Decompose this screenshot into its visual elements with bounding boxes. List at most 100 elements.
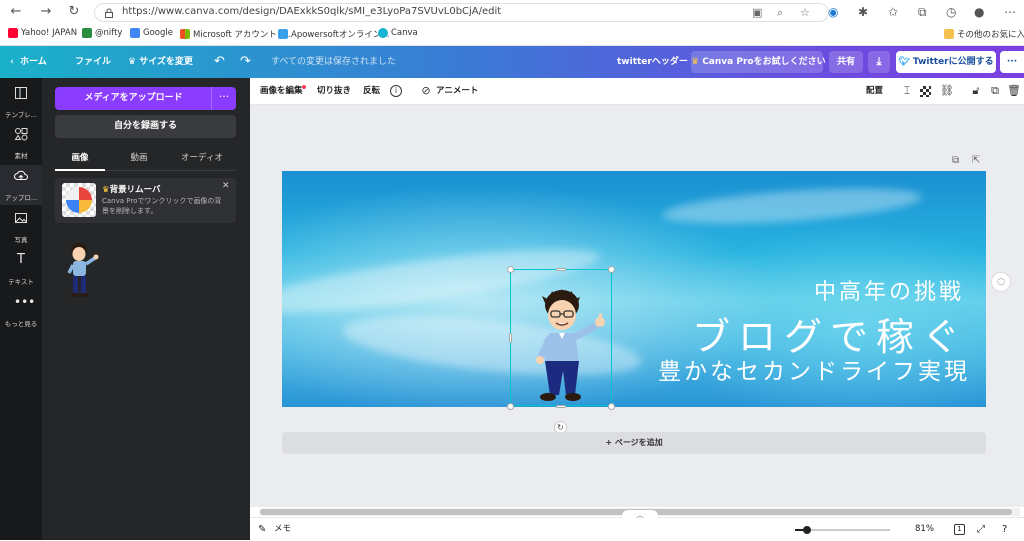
editor-toolbar: 画像を編集 切り抜き 反転 i ⊘ アニメート 配置 ⌶ ⛓ 🔓︎ ⧉ 🗑︎ <box>250 78 1024 105</box>
undo-icon[interactable]: ↶ <box>214 46 225 78</box>
rail-elements[interactable]: 素材 <box>0 123 42 163</box>
redo-icon[interactable]: ↷ <box>240 46 251 78</box>
add-page-button[interactable]: + ページを追加 <box>282 432 986 454</box>
zoom-slider-knob[interactable] <box>803 526 811 534</box>
try-pro-button[interactable]: ♛ Canva Proをお試しください <box>691 51 826 73</box>
zoom-icon[interactable]: ⌕ <box>777 6 783 20</box>
canva-favicon-icon <box>378 28 388 38</box>
bg-remover-description: Canva Proでワンクリックで画像の背景を削除します。 <box>102 197 222 215</box>
rail-text[interactable]: T テキスト <box>0 249 42 289</box>
document-title[interactable]: twitterヘッダー <box>617 46 688 78</box>
resize-handle-bottom[interactable] <box>556 405 566 408</box>
bookmark-nifty[interactable]: @nifty <box>82 28 122 38</box>
avatar[interactable]: ● <box>974 5 984 19</box>
menu-dots-icon[interactable]: ⋯ <box>1004 5 1016 19</box>
favorite-star-icon[interactable]: ☆ <box>800 6 810 20</box>
tab-videos[interactable]: 動画 <box>114 149 164 167</box>
folder-icon <box>944 29 954 39</box>
bookmark-google[interactable]: Google <box>130 28 173 38</box>
edit-image-button[interactable]: 画像を編集 <box>260 78 303 105</box>
canvas-area: ⧉ ⇱ 中高年の挑戦 ブログで稼ぐ 豊かなセカンドライフ実現 ↻ + ページを追… <box>250 105 1024 507</box>
crop-button[interactable]: 切り抜き <box>317 78 351 105</box>
tab-images[interactable]: 画像 <box>55 149 105 167</box>
url-bar[interactable]: https://www.canva.com/design/DAExkkS0qlk… <box>94 3 829 22</box>
resize-handle-tr[interactable] <box>608 266 615 273</box>
duplicate-icon[interactable]: ⧉ <box>988 84 1002 98</box>
resize-handle-br[interactable] <box>608 403 615 410</box>
camera-blocked-icon[interactable]: ▣ <box>752 6 762 20</box>
share-button[interactable]: 共有 <box>829 51 863 73</box>
trash-icon[interactable]: 🗑︎ <box>1007 84 1021 98</box>
uploaded-image-thumbnail[interactable] <box>61 240 103 298</box>
animate-button[interactable]: アニメート <box>436 78 478 105</box>
download-icon[interactable]: ⤓ <box>868 51 890 73</box>
bg-remover-card[interactable]: ♛背景リムーバ Canva Proでワンクリックで画像の背景を削除します。 ✕ <box>55 178 236 223</box>
forward-icon[interactable]: → <box>38 4 54 20</box>
collections-icon[interactable]: ⧉ <box>918 5 927 19</box>
more-icon: ••• <box>14 295 36 309</box>
rail-uploads[interactable]: アップロ... <box>0 165 42 205</box>
twitter-icon: 🐦︎ <box>898 57 913 67</box>
resize-handle-left[interactable] <box>509 333 512 343</box>
uploads-panel: メディアをアップロード ··· 自分を録画する 画像 動画 オーディオ ♛背景リ… <box>42 78 250 540</box>
bookmark-yahoo[interactable]: Yahoo! JAPAN <box>8 28 77 38</box>
editor-bottombar: ︿ ✎ メモ 81% 1 ⤢ ? <box>250 510 1024 541</box>
copy-page-icon[interactable]: ⧉ <box>952 155 959 166</box>
crown-icon: ♛ <box>102 185 110 195</box>
info-icon[interactable]: i <box>390 85 402 97</box>
lock-icon[interactable]: 🔓︎ <box>969 84 983 98</box>
resize-handle-top[interactable] <box>556 268 566 271</box>
other-bookmarks[interactable]: その他のお気に入り <box>944 28 1024 40</box>
close-icon[interactable]: ✕ <box>222 181 230 191</box>
design-heading-1[interactable]: 中高年の挑戦 <box>814 274 964 306</box>
home-link[interactable]: ‹ ホーム <box>10 46 47 78</box>
microsoft-favicon-icon <box>180 29 190 39</box>
fullscreen-icon[interactable]: ⤢ <box>977 518 985 541</box>
help-icon[interactable]: ? <box>1002 518 1007 541</box>
back-icon[interactable]: ← <box>8 4 24 20</box>
notes-icon[interactable]: ✎ <box>258 518 266 541</box>
left-rail: テンプレ... 素材 アップロ... 写真 T テキスト ••• もっと見る <box>0 78 42 540</box>
link-icon[interactable]: ⛓ <box>940 84 954 98</box>
crown-icon: ♛ <box>128 57 140 67</box>
record-yourself-button[interactable]: 自分を録画する <box>55 115 236 138</box>
resize-handle-tl[interactable] <box>507 266 514 273</box>
resize-button[interactable]: ♛ サイズを変更 <box>128 46 193 78</box>
design-heading-3[interactable]: 豊かなセカンドライフ実現 <box>658 352 970 386</box>
favorites-icon[interactable]: ✩ <box>888 5 898 19</box>
notification-dot <box>302 85 306 89</box>
history-icon[interactable]: ◷ <box>946 5 956 19</box>
flip-button[interactable]: 反転 <box>363 78 380 105</box>
extension-icon[interactable]: ◉ <box>828 5 838 19</box>
file-menu[interactable]: ファイル <box>75 46 111 78</box>
upload-icon <box>14 170 28 180</box>
comment-icon[interactable]: ◌ <box>991 272 1011 292</box>
upload-more-button[interactable]: ··· <box>211 87 236 110</box>
page-count[interactable]: 1 <box>954 524 965 535</box>
more-options-button[interactable]: ··· <box>1000 51 1024 73</box>
upload-media-button[interactable]: メディアをアップロード <box>55 87 236 110</box>
bookmark-apowersoft[interactable]: Apowersoftオンライン... <box>278 28 390 40</box>
beach-ball-icon <box>66 187 92 213</box>
animate-icon[interactable]: ⊘ <box>419 84 433 98</box>
tab-audio[interactable]: オーディオ <box>172 149 232 167</box>
bookmark-canva[interactable]: Canva <box>378 28 418 38</box>
resize-handle-bl[interactable] <box>507 403 514 410</box>
paint-roller-icon[interactable]: ⌶ <box>900 84 914 98</box>
arrange-button[interactable]: 配置 <box>866 78 883 105</box>
publish-twitter-button[interactable]: 🐦︎ Twitterに公開する <box>896 51 996 73</box>
puzzle-icon[interactable]: ✱ <box>858 5 868 19</box>
reload-icon[interactable]: ↻ <box>66 4 82 20</box>
notes-button[interactable]: メモ <box>274 518 291 541</box>
rail-templates[interactable]: テンプレ... <box>0 82 42 122</box>
rail-photos[interactable]: 写真 <box>0 207 42 247</box>
rail-more[interactable]: ••• もっと見る <box>0 291 42 331</box>
design-page[interactable]: 中高年の挑戦 ブログで稼ぐ 豊かなセカンドライフ実現 <box>282 171 986 407</box>
google-favicon-icon <box>130 28 140 38</box>
share-page-icon[interactable]: ⇱ <box>972 155 980 166</box>
zoom-level[interactable]: 81% <box>915 518 934 541</box>
chevron-up-icon[interactable]: ︿ <box>622 510 658 520</box>
active-tab-indicator <box>55 169 105 171</box>
transparency-icon[interactable] <box>920 86 931 97</box>
bookmark-microsoft[interactable]: Microsoft アカウント |... <box>180 28 291 40</box>
